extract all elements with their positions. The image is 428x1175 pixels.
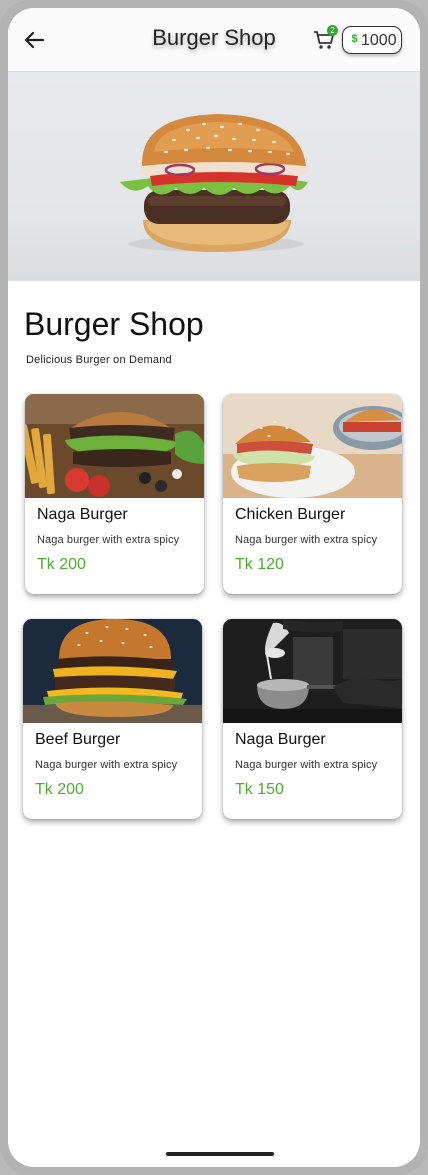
product-price: Tk 150 [235,781,284,798]
product-image [23,619,202,723]
device-frame: Burger Shop 2 $ 1000 Burger Shop Delicio… [0,0,428,1175]
product-price: Tk 200 [37,556,86,573]
product-image [223,619,402,723]
cart-count-badge: 2 [327,25,338,36]
product-image [223,394,402,498]
product-name: Beef Burger [35,731,121,748]
shop-subtitle: Delicious Burger on Demand [26,354,172,366]
app-bar: Burger Shop 2 $ 1000 [8,8,420,72]
coin-icon: $ [351,33,358,45]
product-card[interactable]: Naga Burger Naga burger with extra spicy… [223,619,402,819]
product-name: Naga Burger [37,506,128,523]
product-name: Naga Burger [235,731,326,748]
product-card[interactable]: Naga Burger Naga burger with extra spicy… [25,394,204,594]
shop-title: Burger Shop [24,306,204,342]
product-price: Tk 200 [35,781,84,798]
product-description: Naga burger with extra spicy [35,759,178,771]
product-card[interactable]: Chicken Burger Naga burger with extra sp… [223,394,402,594]
product-name: Chicken Burger [235,506,346,523]
product-description: Naga burger with extra spicy [235,534,378,546]
cart-button[interactable]: 2 [312,25,338,52]
product-description: Naga burger with extra spicy [235,759,378,771]
app-screen: Burger Shop 2 $ 1000 Burger Shop Delicio… [8,8,420,1167]
product-price: Tk 120 [235,556,284,573]
hero-burger-image [8,72,420,281]
product-description: Naga burger with extra spicy [37,534,180,546]
product-image [25,394,204,498]
coin-balance: 1000 [361,32,397,49]
coin-balance-pill[interactable]: $ 1000 [342,26,402,54]
product-card[interactable]: Beef Burger Naga burger with extra spicy… [23,619,202,819]
home-indicator[interactable] [166,1152,274,1156]
